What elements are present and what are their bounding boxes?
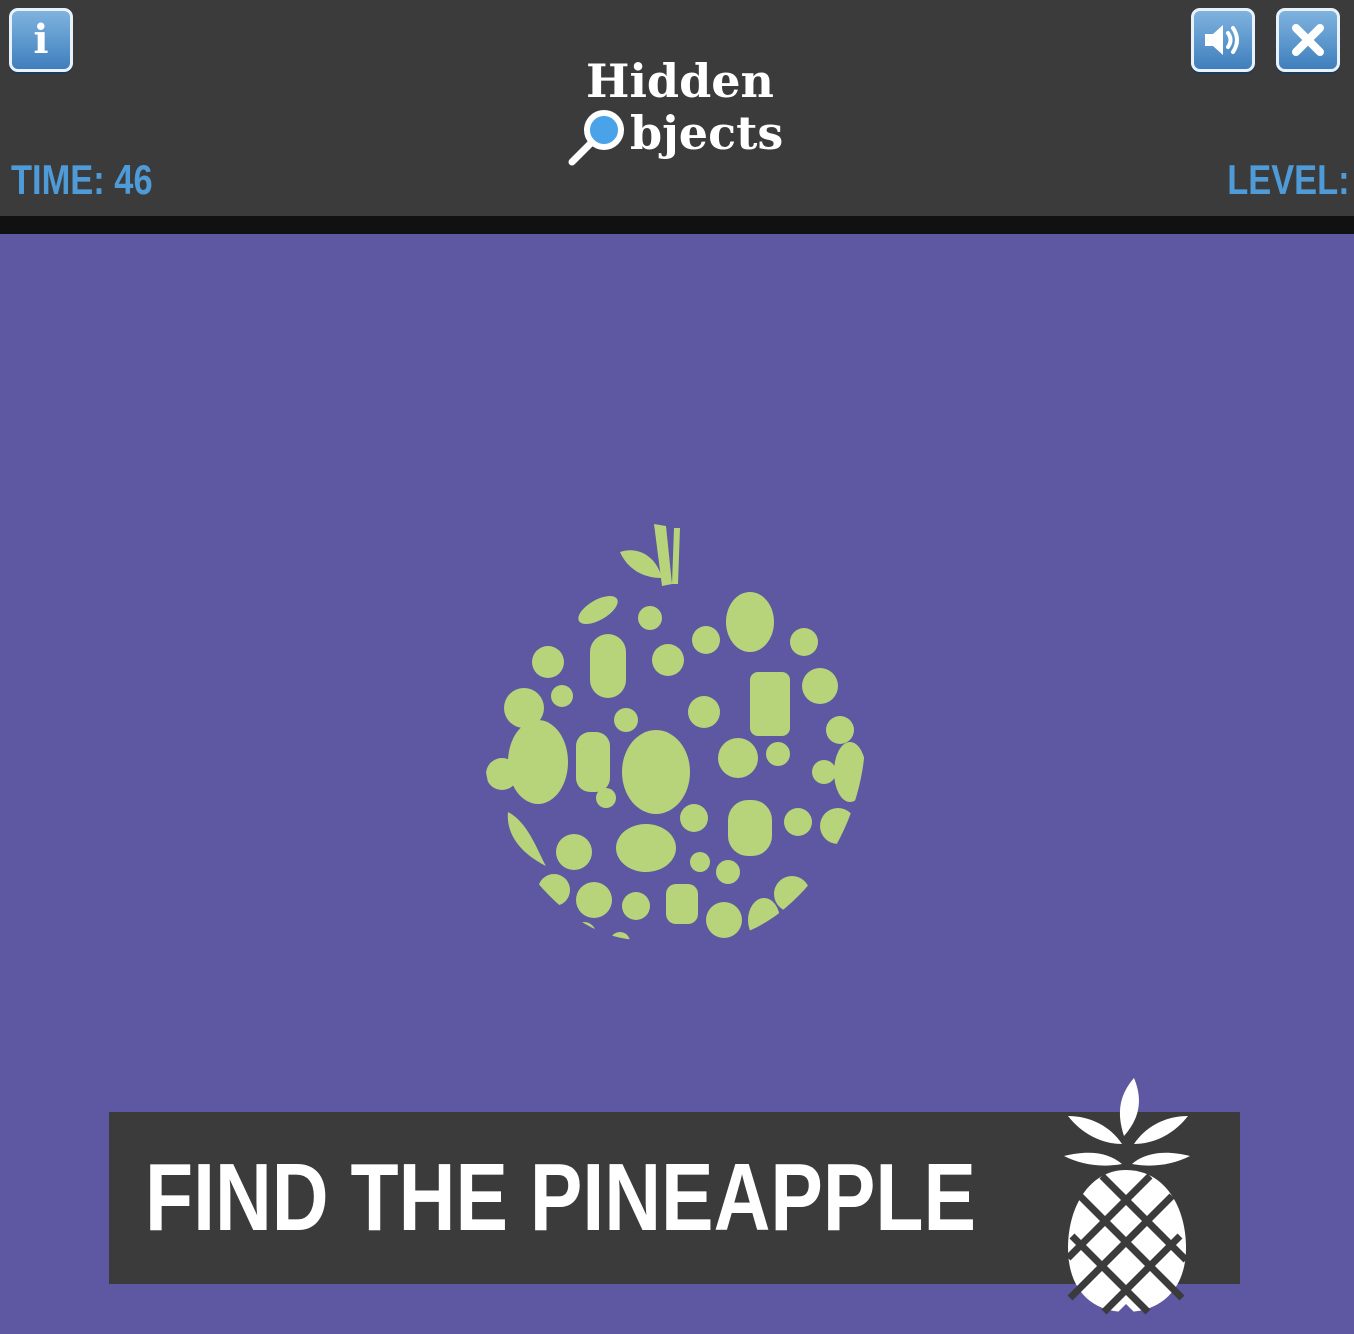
info-icon: i (33, 16, 49, 63)
find-target-prompt: FIND THE PINEAPPLE (145, 1144, 977, 1251)
pineapple-icon (1064, 1078, 1190, 1315)
game-logo: Hidden bjects (566, 56, 786, 168)
logo-text-hidden: Hidden (586, 54, 774, 108)
fruit-vegetable-apple-icon[interactable] (478, 522, 870, 954)
sound-button[interactable] (1191, 8, 1255, 72)
close-button[interactable] (1276, 8, 1340, 72)
time-counter: TIME: 46 (11, 156, 153, 203)
magnifier-icon (568, 110, 624, 166)
level-indicator: LEVEL: 1 (1226, 156, 1354, 203)
info-button[interactable]: i (9, 8, 73, 72)
logo-text-objects: bjects (630, 106, 784, 160)
header-divider (0, 216, 1354, 234)
close-icon (1292, 24, 1324, 56)
speaker-icon (1205, 25, 1239, 55)
